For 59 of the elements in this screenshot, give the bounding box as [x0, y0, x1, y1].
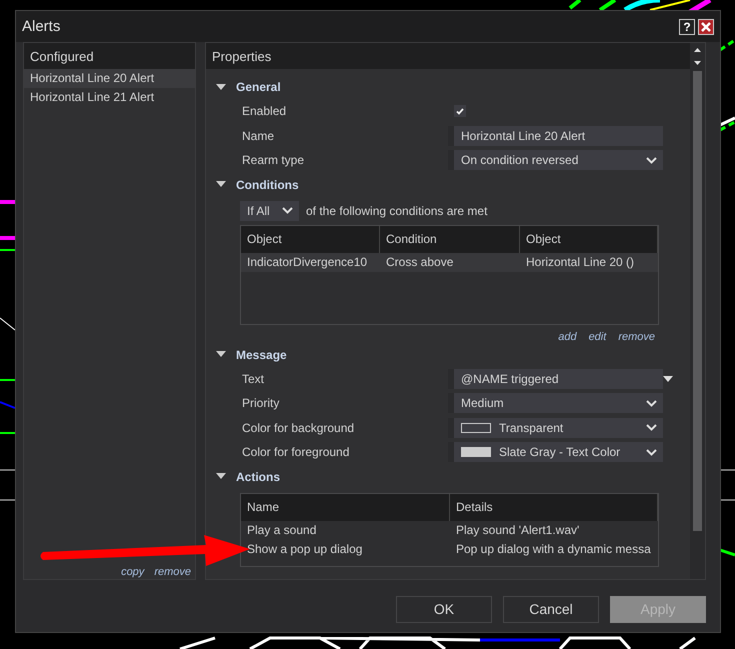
chevron-down-icon [646, 424, 657, 432]
dropdown-icon[interactable] [663, 376, 673, 382]
alert-list-item[interactable]: Horizontal Line 21 Alert [24, 88, 195, 107]
dialog-button[interactable]: Cancel [503, 596, 599, 622]
chevron-down-icon [646, 400, 657, 407]
chevron-down-icon [646, 448, 657, 456]
match-select[interactable]: If All [240, 200, 299, 220]
property-label: Color for background [242, 420, 356, 435]
property-label: Text [242, 372, 266, 386]
section-title: General [236, 80, 281, 94]
property-label: Priority [242, 396, 280, 410]
property-label: Name [242, 128, 276, 143]
column-header: Object [520, 226, 658, 252]
section-title: Message [236, 348, 287, 362]
chevron-down-icon [646, 156, 657, 164]
table-cell[interactable]: Show a pop up dialog [241, 540, 450, 558]
match-text: of the following conditions are met [306, 204, 488, 218]
help-button[interactable]: ? [679, 18, 695, 34]
collapse-icon[interactable] [216, 351, 226, 358]
action-link[interactable]: edit [588, 330, 606, 342]
collapse-icon[interactable] [216, 473, 226, 480]
alert-list-item[interactable]: Horizontal Line 20 Alert [24, 69, 195, 88]
section-title: Actions [236, 470, 280, 484]
action-link[interactable]: add [558, 330, 577, 342]
column-header: Object [241, 226, 380, 252]
table-cell[interactable]: Play a sound [241, 520, 450, 540]
column-header: Details [450, 494, 658, 520]
column-header: Name [241, 494, 450, 520]
scroll-bar[interactable] [690, 43, 705, 579]
action-link[interactable]: remove [154, 566, 191, 578]
color-select[interactable]: Slate Gray - Text Color [448, 442, 663, 462]
action-link[interactable]: remove [618, 330, 655, 342]
property-label: Enabled [242, 104, 288, 118]
property-label: Color for foreground [242, 445, 350, 460]
check-icon [456, 108, 464, 115]
panel-header: Configured [24, 43, 195, 69]
table-cell[interactable]: Pop up dialog with a dynamic messa [450, 540, 658, 558]
name-field[interactable]: Horizontal Line 20 Alert [448, 126, 663, 146]
color-swatch [461, 422, 491, 433]
property-label: Rearm type [242, 153, 306, 168]
collapse-icon[interactable] [216, 181, 226, 188]
chevron-down-icon [282, 207, 293, 214]
table-cell[interactable]: IndicatorDivergence10 [241, 252, 380, 272]
close-button[interactable] [698, 18, 714, 34]
table-cell[interactable]: Horizontal Line 20 () [520, 252, 658, 272]
column-header: Condition [380, 226, 520, 252]
text-field[interactable]: @NAME triggered [448, 368, 663, 389]
close-icon [701, 22, 711, 32]
collapse-icon[interactable] [216, 84, 226, 90]
color-select[interactable]: Transparent [448, 418, 663, 438]
action-link[interactable]: copy [121, 566, 144, 578]
select-field[interactable]: On condition reversed [448, 150, 663, 170]
enabled-checkbox[interactable] [454, 105, 466, 118]
select-field[interactable]: Medium [448, 393, 663, 414]
section-title: Conditions [236, 178, 299, 192]
window-title: Alerts [22, 18, 62, 35]
table-cell[interactable]: Cross above [380, 252, 520, 272]
dialog-button[interactable]: OK [396, 596, 492, 622]
table-cell[interactable]: Play sound 'Alert1.wav' [450, 520, 658, 540]
